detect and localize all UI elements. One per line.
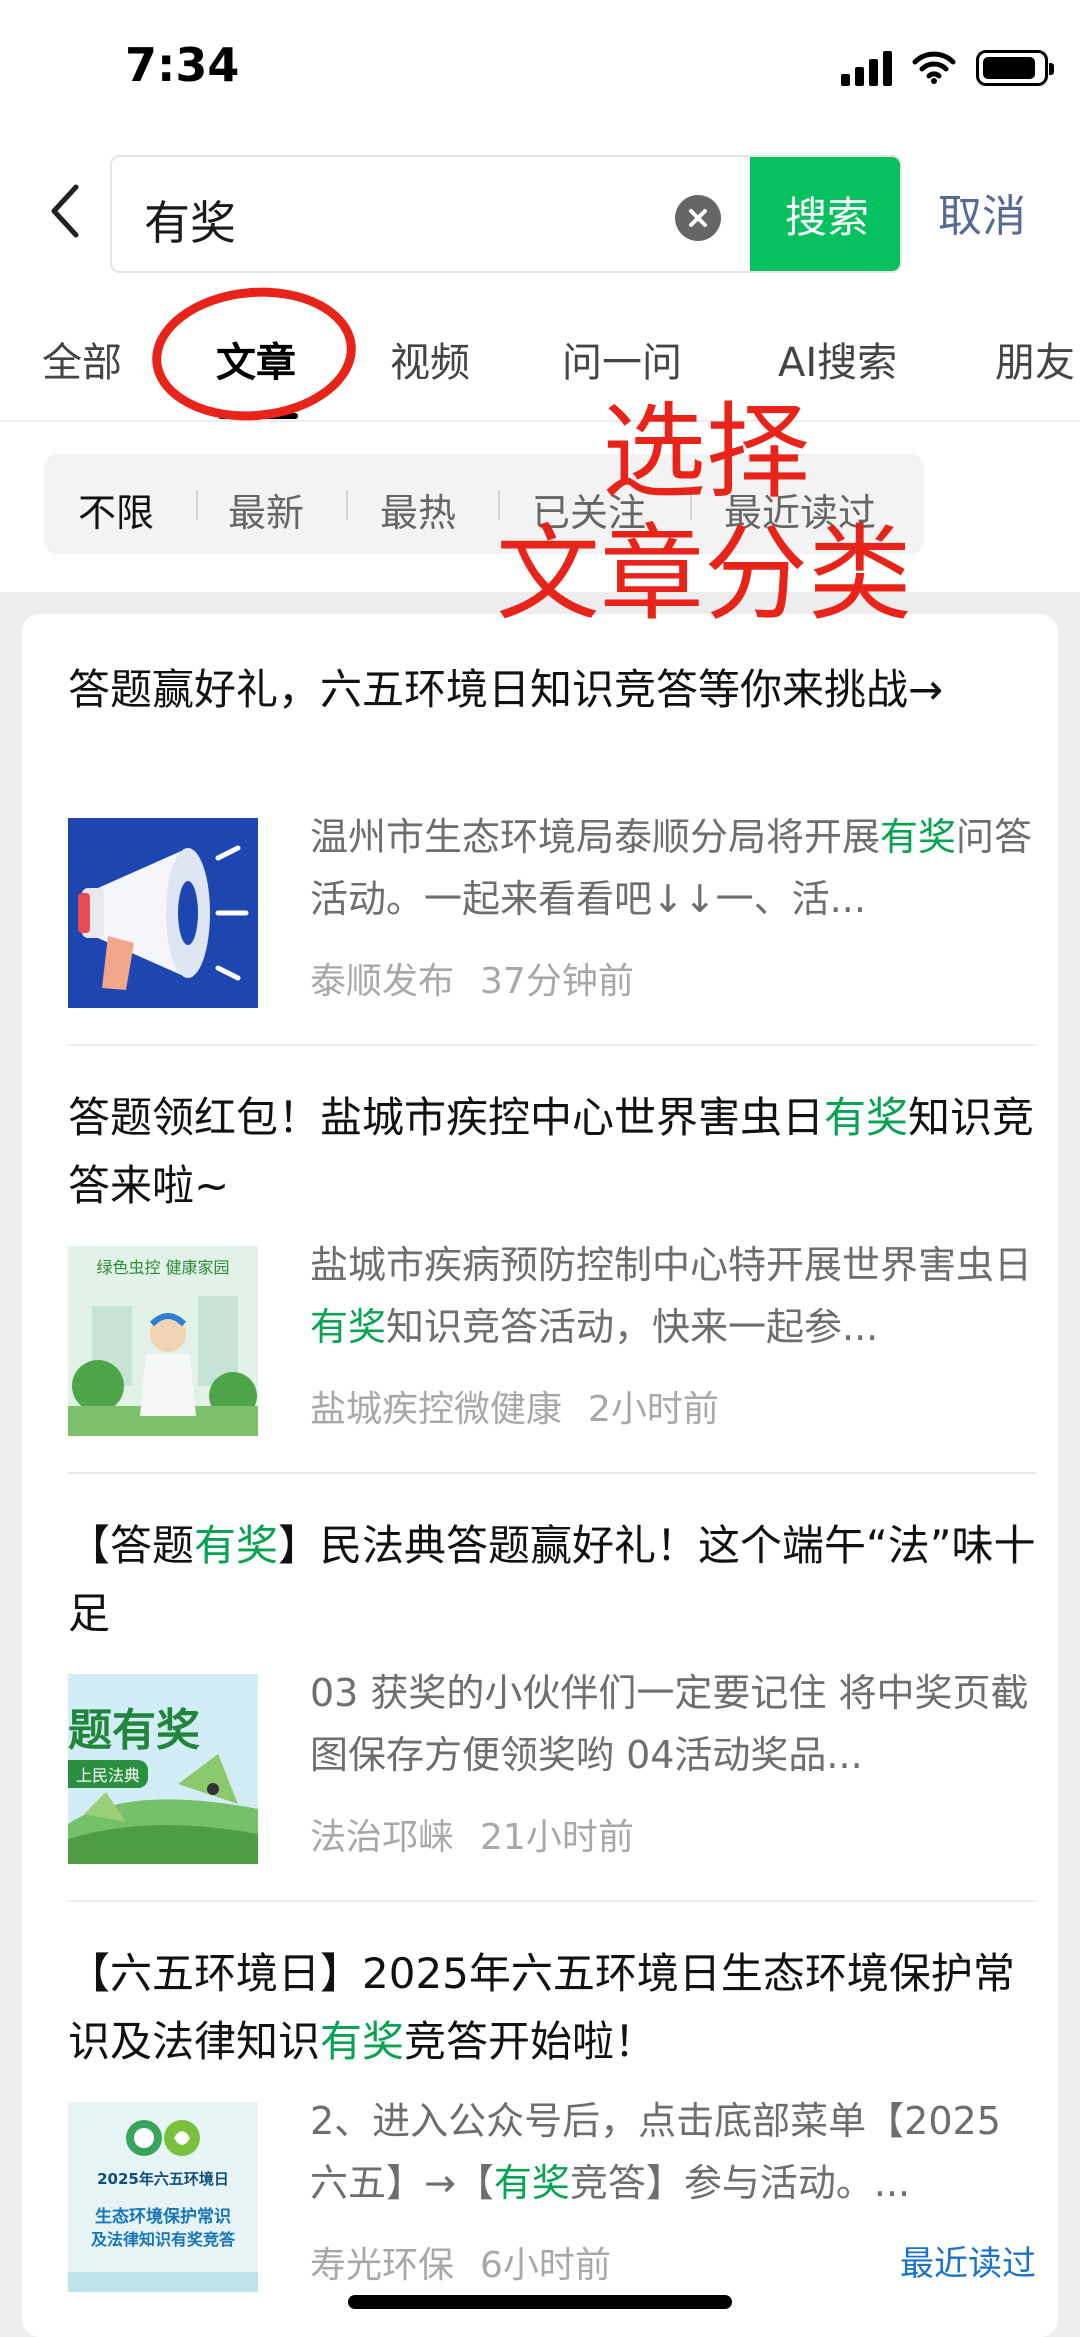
back-button[interactable] bbox=[38, 180, 90, 242]
article-title[interactable]: 答题领红包！盐城市疾控中心世界害虫日有奖知识竞答来啦~ bbox=[68, 1084, 1036, 1220]
keyword-highlight: 有奖 bbox=[880, 815, 957, 859]
keyword-highlight: 有奖 bbox=[493, 2161, 570, 2205]
keyword-highlight: 有奖 bbox=[194, 1521, 279, 1570]
annotation-line1: 选择 bbox=[602, 391, 811, 513]
article-title[interactable]: 答题赢好礼，六五环境日知识竞答等你来挑战→ bbox=[68, 656, 1036, 724]
tab-friends[interactable]: 朋友 bbox=[995, 330, 1075, 388]
article-source[interactable]: 泰顺发布 bbox=[310, 961, 454, 1002]
keyword-highlight: 有奖 bbox=[310, 1305, 387, 1349]
article-time: 37分钟前 bbox=[480, 961, 634, 1002]
text-segment: 答题赢好礼，六五环境日知识竞答等你来挑战→ bbox=[68, 665, 944, 714]
article-meta: 法治邛崃 21小时前 bbox=[310, 1808, 634, 1860]
keyword-highlight: 有奖 bbox=[320, 2017, 405, 2066]
article-meta: 盐城疾控微健康 2小时前 bbox=[310, 1380, 719, 1432]
thumbnail-caption: 上民法典 bbox=[68, 1760, 149, 1788]
text-segment: 答题领红包！盐城市疾控中心世界害虫日 bbox=[68, 1093, 825, 1142]
article-snippet: 2、进入公众号后，点击底部菜单【2025六五】→【有奖竞答】参与活动。... bbox=[310, 2090, 1036, 2214]
text-segment: 03 获奖的小伙伴们一定要记住 将中奖页截图保存方便领奖哟 04活动奖品... bbox=[310, 1671, 1029, 1777]
status-icons bbox=[841, 50, 1054, 86]
text-segment: 温州市生态环境局泰顺分局将开展 bbox=[310, 815, 881, 859]
filter-hottest[interactable]: 最热 bbox=[380, 482, 456, 537]
megaphone-icon bbox=[68, 818, 258, 1008]
tab-videos[interactable]: 视频 bbox=[390, 330, 470, 388]
thumbnail-caption: 生态环境保护常识 bbox=[95, 2207, 231, 2227]
search-button[interactable]: 搜索 bbox=[750, 157, 900, 271]
thumbnail-caption: 2025年六五环境日 bbox=[97, 2170, 229, 2188]
status-time: 7:34 bbox=[125, 38, 240, 92]
results-card: 答题赢好礼，六五环境日知识竞答等你来挑战→ 温州市生态环境局泰顺分局将开展有奖问… bbox=[22, 614, 1058, 2337]
clear-search-button[interactable] bbox=[675, 195, 721, 241]
divider bbox=[68, 1900, 1036, 1902]
close-icon bbox=[689, 209, 707, 227]
article-thumbnail: 绿色虫控 健康家园 bbox=[68, 1246, 258, 1436]
article-source[interactable]: 盐城疾控微健康 bbox=[310, 1389, 562, 1430]
search-query[interactable]: 有奖 bbox=[144, 187, 236, 253]
thumbnail-caption: 及法律知识有奖竞答 bbox=[90, 2230, 235, 2249]
tab-all[interactable]: 全部 bbox=[42, 330, 122, 388]
home-indicator bbox=[348, 2295, 732, 2309]
filter-unlimited[interactable]: 不限 bbox=[78, 482, 154, 537]
article-meta: 寿光环保 6小时前 bbox=[310, 2236, 611, 2288]
article-meta: 泰顺发布 37分钟前 bbox=[310, 952, 634, 1004]
status-bar: 7:34 bbox=[0, 0, 1080, 140]
filter-divider bbox=[196, 490, 198, 520]
filter-divider bbox=[346, 490, 348, 520]
recently-read-tag: 最近读过 bbox=[900, 2244, 1036, 2284]
article-title[interactable]: 【答题有奖】民法典答题赢好礼！这个端午“法”味十足 bbox=[68, 1512, 1036, 1648]
wifi-icon bbox=[912, 51, 956, 84]
text-segment: 竞答】参与活动。... bbox=[569, 2161, 911, 2205]
article-thumbnail: 题有奖 上民法典 bbox=[68, 1674, 258, 1864]
text-segment: 【答题 bbox=[68, 1521, 195, 1570]
article-thumbnail: 2025年六五环境日 生态环境保护常识 及法律知识有奖竞答 bbox=[68, 2102, 258, 2292]
cancel-button[interactable]: 取消 bbox=[938, 180, 1026, 244]
article-time: 21小时前 bbox=[480, 1817, 634, 1858]
article-snippet: 03 获奖的小伙伴们一定要记住 将中奖页截图保存方便领奖哟 04活动奖品... bbox=[310, 1662, 1036, 1786]
text-segment: 知识竞答活动，快来一起参... bbox=[386, 1305, 879, 1349]
thumbnail-caption: 题有奖 bbox=[68, 1705, 200, 1756]
article-source[interactable]: 法治邛崃 bbox=[310, 1817, 454, 1858]
tab-ai-search[interactable]: AI搜索 bbox=[778, 330, 897, 388]
chevron-left-icon bbox=[51, 184, 79, 238]
divider bbox=[68, 1044, 1036, 1046]
filter-latest[interactable]: 最新 bbox=[228, 482, 304, 537]
text-segment: 盐城市疾病预防控制中心特开展世界害虫日 bbox=[310, 1243, 1033, 1287]
tab-ask[interactable]: 问一问 bbox=[562, 330, 682, 388]
article-snippet: 盐城市疾病预防控制中心特开展世界害虫日有奖知识竞答活动，快来一起参... bbox=[310, 1234, 1036, 1358]
article-title[interactable]: 【六五环境日】2025年六五环境日生态环境保护常识及法律知识有奖竞答开始啦！ bbox=[68, 1940, 1036, 2076]
article-time: 6小时前 bbox=[480, 2245, 611, 2286]
article-time: 2小时前 bbox=[588, 1389, 719, 1430]
annotation-line2: 文章分类 bbox=[496, 513, 913, 635]
environment-day-poster-icon bbox=[68, 2102, 258, 2292]
article-source[interactable]: 寿光环保 bbox=[310, 2245, 454, 2286]
search-input[interactable]: 有奖 搜索 bbox=[110, 155, 902, 273]
article-snippet: 温州市生态环境局泰顺分局将开展有奖问答活动。一起来看看吧↓↓一、活... bbox=[310, 806, 1036, 930]
text-segment: 竞答开始啦！ bbox=[404, 2017, 657, 2066]
article-thumbnail bbox=[68, 818, 258, 1008]
battery-icon bbox=[976, 50, 1054, 86]
thumbnail-caption: 绿色虫控 健康家园 bbox=[96, 1258, 230, 1277]
signal-icon bbox=[841, 50, 892, 86]
divider bbox=[68, 1472, 1036, 1474]
search-row: 有奖 搜索 取消 bbox=[0, 150, 1080, 275]
keyword-highlight: 有奖 bbox=[824, 1093, 909, 1142]
